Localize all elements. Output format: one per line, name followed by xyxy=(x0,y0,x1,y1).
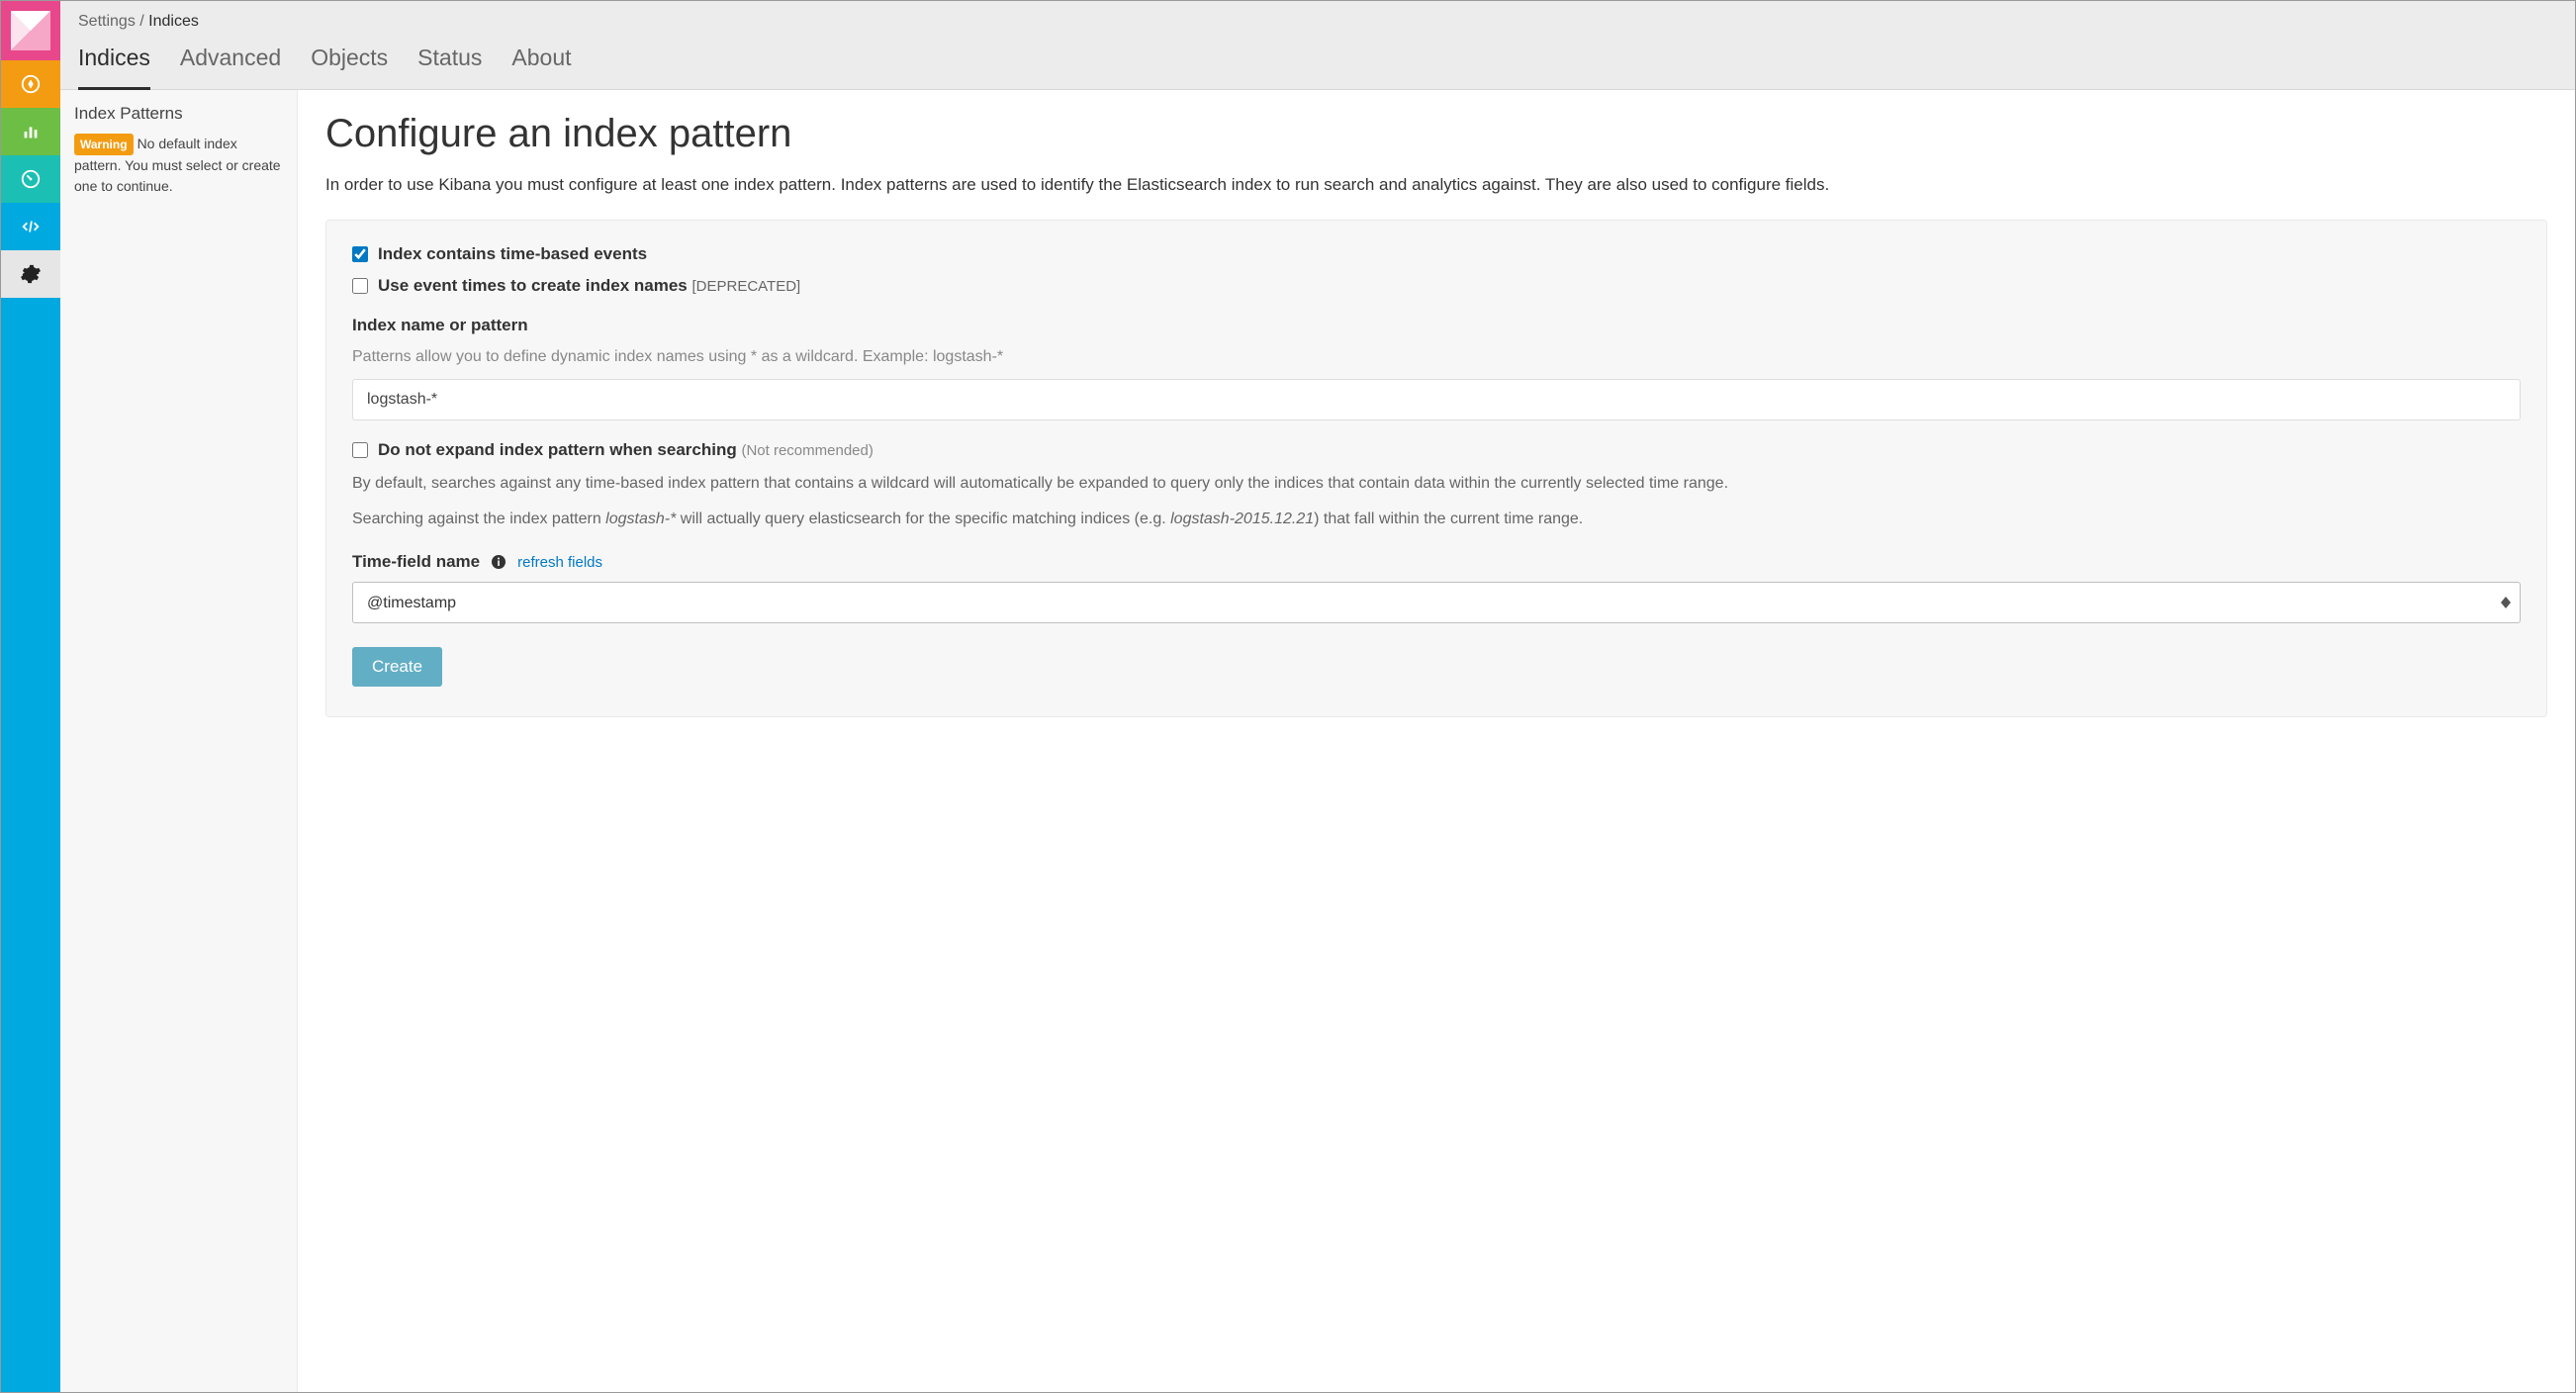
tab-indices[interactable]: Indices xyxy=(78,41,150,90)
app-root: Settings / Indices Indices Advanced Obje… xyxy=(0,0,2576,1393)
no-expand-row: Do not expand index pattern when searchi… xyxy=(352,440,2521,460)
no-expand-desc2: Searching against the index pattern logs… xyxy=(352,508,2521,532)
kibana-logo[interactable] xyxy=(1,1,60,60)
sub-sidebar: Index Patterns WarningNo default index p… xyxy=(60,90,298,1392)
nav-discover[interactable] xyxy=(1,60,60,108)
side-nav xyxy=(1,1,60,1392)
no-expand-group: Do not expand index pattern when searchi… xyxy=(352,440,2521,533)
content-area: Configure an index pattern In order to u… xyxy=(298,90,2575,1392)
main-column: Settings / Indices Indices Advanced Obje… xyxy=(60,1,2575,1392)
form-panel: Index contains time-based events Use eve… xyxy=(325,220,2547,718)
time-based-label[interactable]: Index contains time-based events xyxy=(378,244,647,264)
no-expand-label[interactable]: Do not expand index pattern when searchi… xyxy=(378,440,874,460)
time-field-select-wrap: @timestamp xyxy=(352,582,2521,623)
kibana-logo-icon xyxy=(7,7,54,54)
sub-sidebar-title: Index Patterns xyxy=(74,102,283,134)
desc2-em2: logstash-2015.12.21 xyxy=(1170,511,1314,527)
breadcrumb: Settings / Indices xyxy=(78,7,2557,41)
warning-block: WarningNo default index pattern. You mus… xyxy=(74,134,283,197)
info-icon-svg xyxy=(491,554,506,570)
time-field-group: Time-field name refresh fields xyxy=(352,552,2521,623)
event-times-checkbox[interactable] xyxy=(352,278,368,294)
index-name-group: Index name or pattern Patterns allow you… xyxy=(352,316,2521,420)
no-expand-label-text: Do not expand index pattern when searchi… xyxy=(378,440,737,459)
tab-objects[interactable]: Objects xyxy=(311,41,388,89)
tab-advanced[interactable]: Advanced xyxy=(180,41,281,89)
create-button[interactable]: Create xyxy=(352,647,442,687)
time-field-label: Time-field name xyxy=(352,552,480,572)
desc2-c: ) that fall within the current time rang… xyxy=(1314,511,1583,527)
nav-dashboard[interactable] xyxy=(1,155,60,203)
nav-devtools[interactable] xyxy=(1,203,60,250)
topbar: Settings / Indices Indices Advanced Obje… xyxy=(60,1,2575,90)
event-times-label-text: Use event times to create index names xyxy=(378,276,688,295)
time-based-row: Index contains time-based events xyxy=(352,244,2521,264)
gear-icon xyxy=(20,263,42,285)
desc2-a: Searching against the index pattern xyxy=(352,511,605,527)
page-title: Configure an index pattern xyxy=(325,112,2547,156)
not-recommended-note: (Not recommended) xyxy=(741,442,873,459)
index-name-hint: Patterns allow you to define dynamic ind… xyxy=(352,345,2521,369)
breadcrumb-root[interactable]: Settings xyxy=(78,13,136,30)
page-intro: In order to use Kibana you must configur… xyxy=(325,172,2547,198)
desc2-b: will actually query elasticsearch for th… xyxy=(676,511,1170,527)
nav-visualize[interactable] xyxy=(1,108,60,155)
no-expand-checkbox[interactable] xyxy=(352,442,368,458)
time-field-select[interactable]: @timestamp xyxy=(352,582,2521,623)
index-name-label: Index name or pattern xyxy=(352,316,2521,335)
content-wrap: Index Patterns WarningNo default index p… xyxy=(60,90,2575,1392)
index-name-input[interactable] xyxy=(352,379,2521,420)
compass-icon xyxy=(20,73,42,95)
tab-status[interactable]: Status xyxy=(417,41,482,89)
no-expand-desc1: By default, searches against any time-ba… xyxy=(352,472,2521,497)
deprecated-tag: [DEPRECATED] xyxy=(691,278,800,295)
info-icon[interactable] xyxy=(490,553,507,571)
tab-about[interactable]: About xyxy=(511,41,571,89)
warning-badge: Warning xyxy=(74,134,134,155)
time-field-label-row: Time-field name refresh fields xyxy=(352,552,2521,572)
breadcrumb-sep: / xyxy=(136,13,148,30)
nav-settings[interactable] xyxy=(1,250,60,298)
time-based-checkbox[interactable] xyxy=(352,246,368,262)
event-times-row: Use event times to create index names [D… xyxy=(352,276,2521,296)
breadcrumb-current: Indices xyxy=(148,13,199,30)
bar-chart-icon xyxy=(20,121,42,142)
refresh-fields-link[interactable]: refresh fields xyxy=(517,554,602,571)
settings-tabs: Indices Advanced Objects Status About xyxy=(78,41,2557,89)
event-times-label[interactable]: Use event times to create index names [D… xyxy=(378,276,800,296)
desc2-em1: logstash-* xyxy=(605,511,676,527)
gauge-icon xyxy=(20,168,42,190)
code-icon xyxy=(20,216,42,237)
